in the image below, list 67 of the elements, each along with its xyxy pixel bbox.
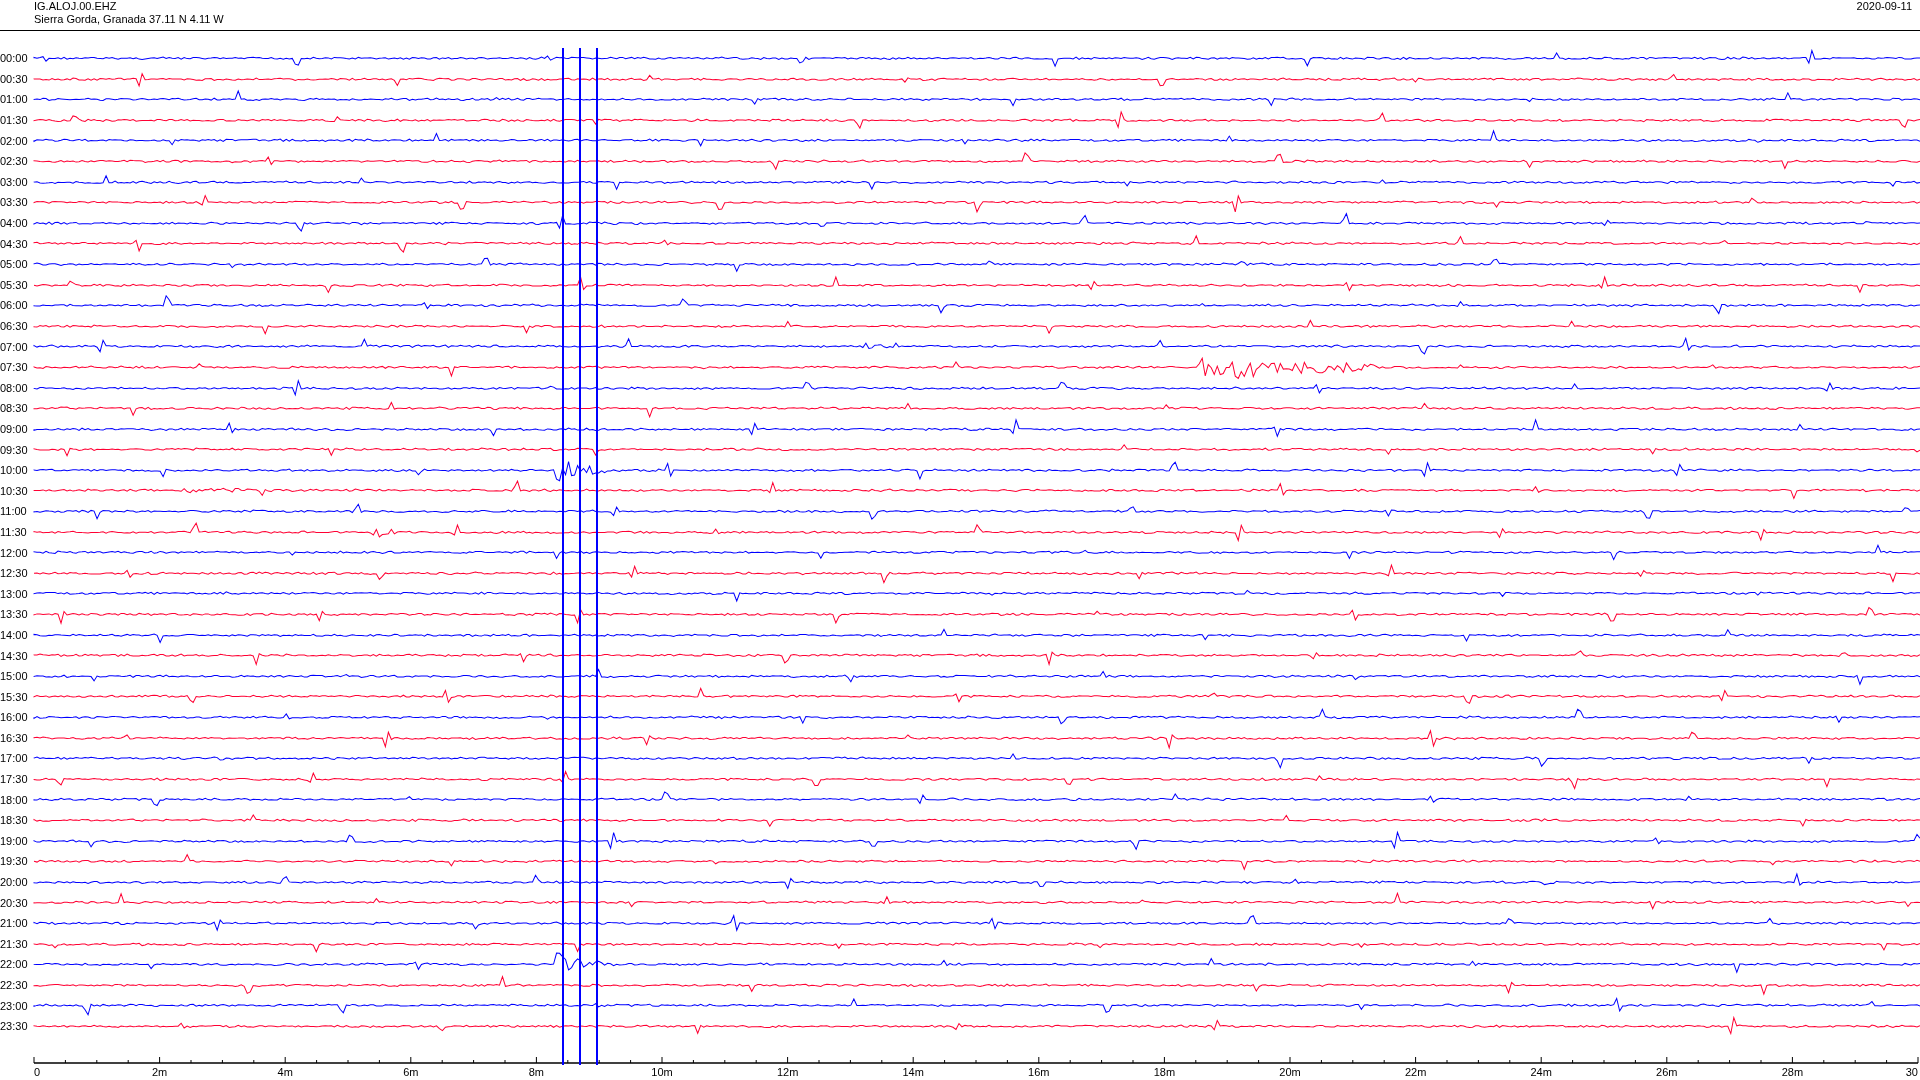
time-label: 20:00 bbox=[0, 876, 29, 889]
time-label: 12:30 bbox=[0, 567, 29, 580]
time-label: 08:30 bbox=[0, 402, 29, 415]
time-label: 09:30 bbox=[0, 443, 29, 456]
time-label: 09:00 bbox=[0, 423, 29, 435]
time-label: 01:00 bbox=[0, 93, 29, 106]
time-label: 04:00 bbox=[0, 217, 29, 230]
time-label: 06:00 bbox=[0, 299, 29, 312]
time-label: 22:30 bbox=[0, 979, 29, 991]
time-label: 05:00 bbox=[0, 258, 29, 271]
time-label: 02:00 bbox=[0, 134, 29, 147]
time-label: 17:00 bbox=[0, 752, 29, 765]
time-label: 21:00 bbox=[0, 917, 29, 930]
time-label: 04:30 bbox=[0, 237, 29, 250]
axis-label: 24m bbox=[1530, 1065, 1552, 1078]
time-label: 18:30 bbox=[0, 814, 29, 827]
time-label: 12:00 bbox=[0, 546, 29, 559]
time-label: 23:00 bbox=[0, 999, 29, 1012]
time-label: 13:00 bbox=[0, 587, 29, 600]
time-label: 01:30 bbox=[0, 114, 29, 127]
station-code: IG.ALOJ.00.EHZ bbox=[34, 0, 118, 13]
time-label: 13:30 bbox=[0, 608, 29, 621]
axis-label: 4m bbox=[277, 1065, 293, 1078]
time-label: 00:00 bbox=[0, 52, 29, 65]
time-label: 19:00 bbox=[0, 834, 29, 847]
axis-label: 0 bbox=[34, 1065, 41, 1078]
time-label: 16:00 bbox=[0, 711, 29, 724]
time-label: 10:30 bbox=[0, 484, 29, 497]
time-label: 03:00 bbox=[0, 175, 29, 188]
time-label: 17:30 bbox=[0, 773, 29, 786]
axis-label: 10m bbox=[651, 1065, 673, 1078]
axis-label: 8m bbox=[528, 1065, 545, 1078]
time-label: 19:30 bbox=[0, 855, 29, 868]
time-label: 22:00 bbox=[0, 958, 29, 971]
axis-label: 6m bbox=[403, 1065, 419, 1078]
time-label: 14:00 bbox=[0, 628, 29, 641]
time-label: 11:00 bbox=[0, 505, 28, 518]
time-label: 10:00 bbox=[0, 464, 29, 477]
time-label: 20:30 bbox=[0, 896, 29, 909]
time-label: 07:00 bbox=[0, 340, 29, 353]
axis-label: 14m bbox=[902, 1065, 924, 1078]
axis-label: 22m bbox=[1404, 1065, 1427, 1078]
time-label: 21:30 bbox=[0, 937, 29, 950]
time-label: 11:30 bbox=[0, 525, 28, 538]
time-label: 15:30 bbox=[0, 690, 29, 703]
time-label: 07:30 bbox=[0, 361, 29, 374]
time-label: 05:30 bbox=[0, 278, 29, 291]
time-label: 14:30 bbox=[0, 649, 29, 662]
axis-label: 30 bbox=[1905, 1065, 1918, 1078]
axis-label: 2m bbox=[151, 1065, 168, 1078]
time-label: 16:30 bbox=[0, 731, 29, 744]
station-location: Sierra Gorda, Granada 37.11 N 4.11 W bbox=[34, 13, 224, 26]
time-label: 06:30 bbox=[0, 320, 29, 332]
time-label: 18:00 bbox=[0, 793, 29, 806]
time-label: 08:00 bbox=[0, 381, 29, 394]
time-label: 00:30 bbox=[0, 72, 29, 85]
axis-label: 12m bbox=[776, 1065, 799, 1078]
axis-label: 18m bbox=[1153, 1065, 1176, 1078]
time-label: 02:30 bbox=[0, 155, 29, 168]
axis-label: 16m bbox=[1028, 1065, 1050, 1078]
time-label: 15:00 bbox=[0, 670, 29, 683]
axis-label: 28m bbox=[1781, 1065, 1804, 1078]
plot-date: 2020-09-11 bbox=[1856, 0, 1912, 14]
axis-label: 26m bbox=[1656, 1065, 1678, 1078]
axis-label: 20m bbox=[1279, 1065, 1301, 1078]
time-label: 23:30 bbox=[0, 1020, 29, 1033]
time-label: 03:30 bbox=[0, 196, 29, 209]
